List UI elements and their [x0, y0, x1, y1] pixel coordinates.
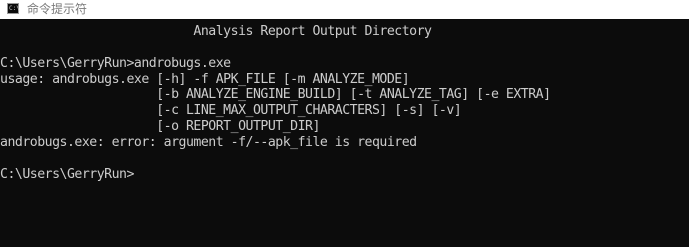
- console-line-prompt: C:\Users\GerryRun>: [0, 167, 134, 182]
- cmd-icon[interactable]: C:\: [7, 3, 20, 14]
- console-line-command: C:\Users\GerryRun>androbugs.exe: [0, 56, 231, 71]
- cmd-icon-glyph: C:\: [9, 5, 20, 12]
- console-line-error: androbugs.exe: error: argument -f/--apk_…: [0, 135, 417, 150]
- console-output[interactable]: Analysis Report Output Directory C:\User…: [0, 19, 689, 247]
- console-line-usage-3: [-c LINE_MAX_OUTPUT_CHARACTERS] [-s] [-v…: [0, 103, 462, 118]
- console-line-usage-4: [-o REPORT_OUTPUT_DIR]: [0, 119, 320, 134]
- window-title: 命令提示符: [27, 2, 88, 16]
- console-line-header: Analysis Report Output Directory: [0, 24, 432, 39]
- console-line-usage: usage: androbugs.exe [-h] -f APK_FILE [-…: [0, 72, 410, 87]
- title-bar[interactable]: C:\ 命令提示符: [0, 0, 689, 19]
- console-line-usage-2: [-b ANALYZE_ENGINE_BUILD] [-t ANALYZE_TA…: [0, 87, 551, 102]
